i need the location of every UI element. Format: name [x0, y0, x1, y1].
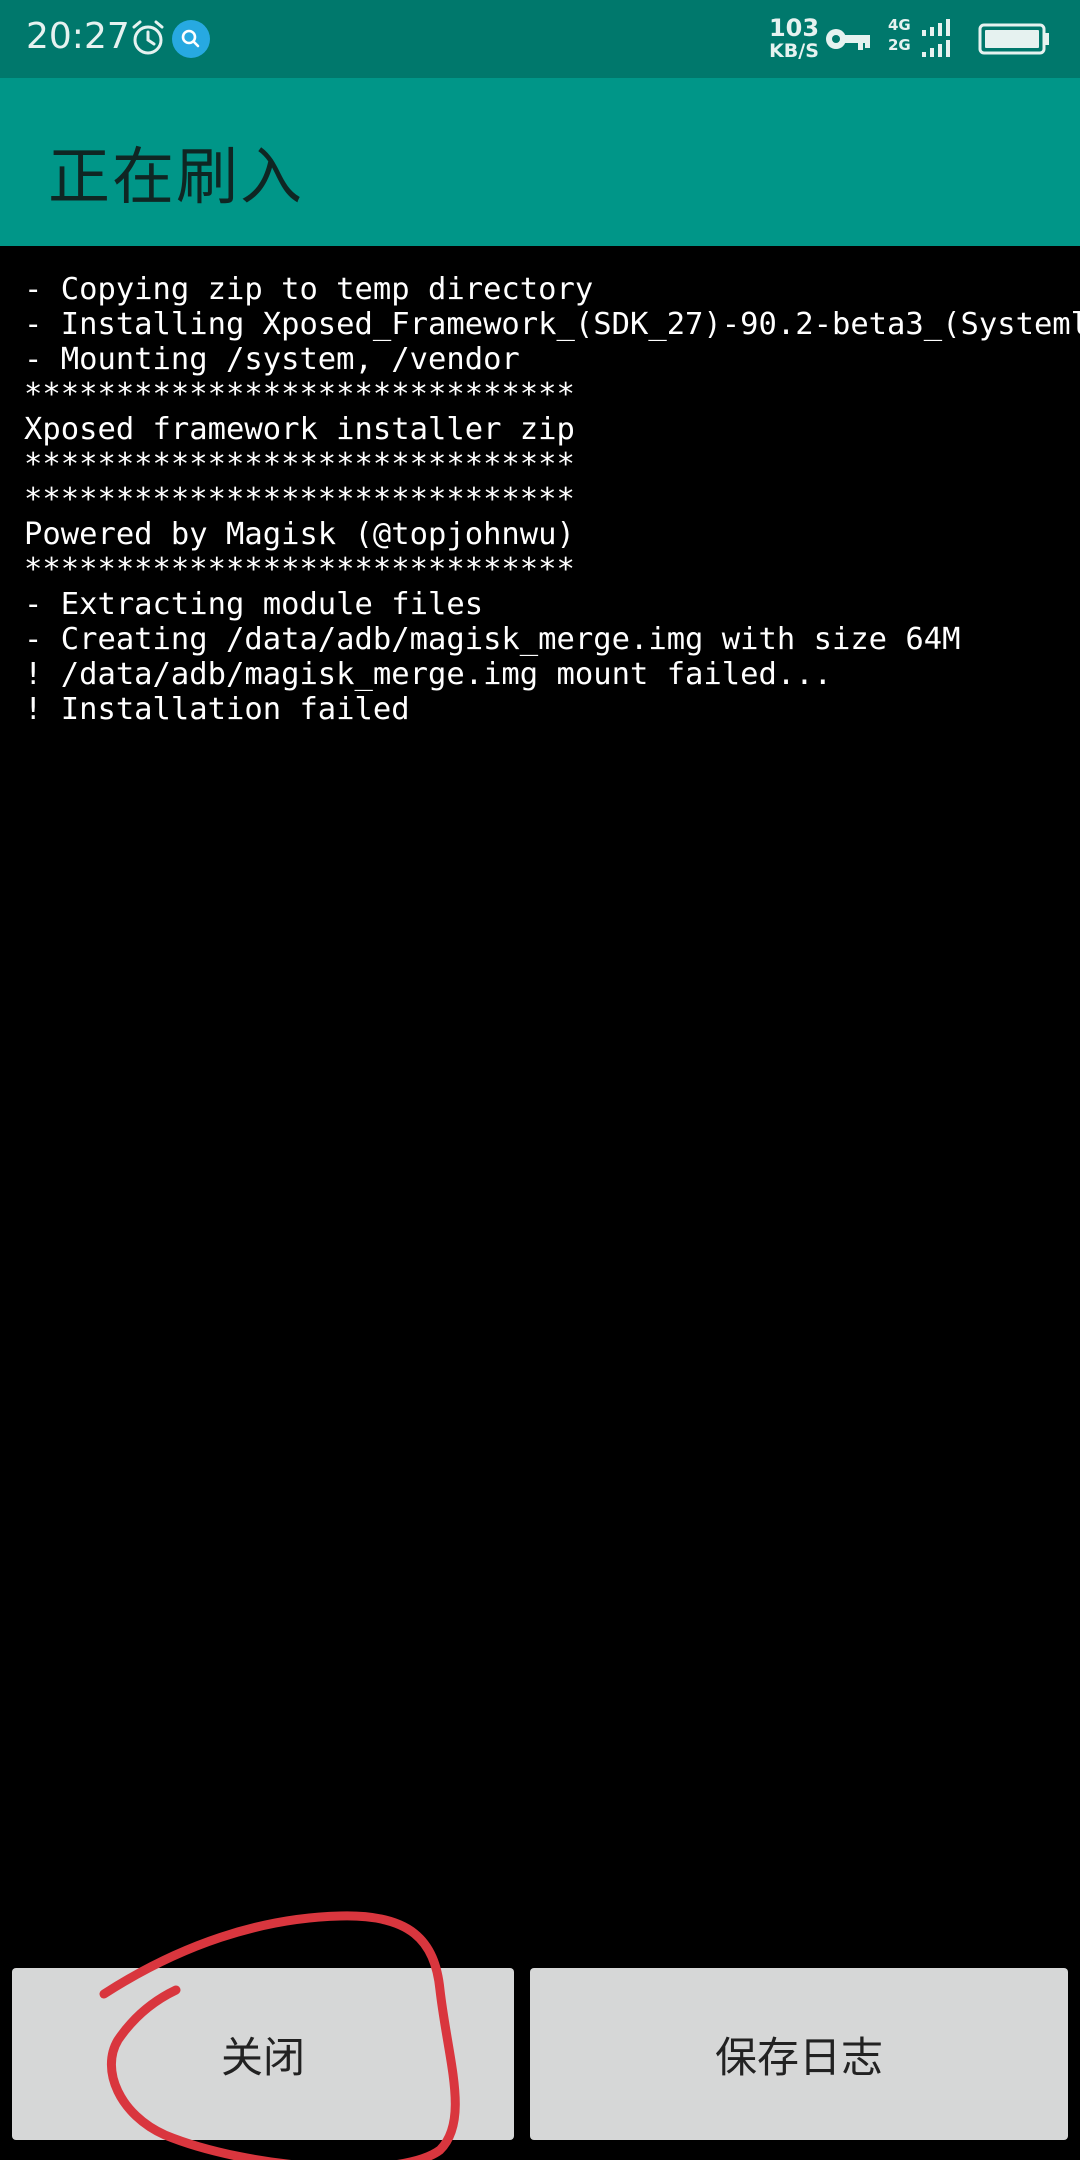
console-line: ******************************: [24, 482, 575, 517]
console-line: - Mounting /system, /vendor: [24, 342, 520, 377]
console-line: ******************************: [24, 552, 575, 587]
console-line: ******************************: [24, 377, 575, 412]
status-time: 20:27: [26, 16, 130, 57]
console-line: ! /data/adb/magisk_merge.img mount faile…: [24, 657, 832, 692]
network-type-2g: 2G: [888, 36, 911, 54]
network-types: 4G 2G: [888, 18, 911, 58]
network-speed-value: 103: [768, 14, 820, 42]
console-line: - Creating /data/adb/magisk_merge.img wi…: [24, 622, 961, 657]
status-bar: 20:27 103 KB/S 4G 2G: [0, 0, 1080, 78]
save-log-button[interactable]: 保存日志: [530, 1968, 1068, 2140]
console-line: Xposed framework installer zip: [24, 412, 575, 447]
console-line: Powered by Magisk (@topjohnwu): [24, 517, 575, 552]
network-speed: 103 KB/S: [764, 16, 824, 61]
console-line: ******************************: [24, 447, 575, 482]
alarm-icon: [132, 20, 164, 55]
network-type-4g: 4G: [888, 16, 911, 34]
close-button[interactable]: 关闭: [12, 1968, 514, 2140]
signal-icon: [922, 19, 950, 57]
console-log: - Copying zip to temp directory - Install…: [24, 272, 1080, 727]
console-line: - Copying zip to temp directory: [24, 272, 594, 307]
battery-icon: [978, 23, 1049, 55]
console-line: ! Installation failed: [24, 692, 410, 727]
page-title: 正在刷入: [48, 140, 305, 213]
search-badge-icon: [172, 20, 210, 58]
vpn-key-icon: [826, 29, 870, 50]
console-line: - Installing Xposed_Framework_(SDK_27)-9…: [24, 307, 1080, 342]
app-bar: 正在刷入: [0, 78, 1080, 246]
console-line: - Extracting module files: [24, 587, 484, 622]
network-speed-unit: KB/S: [769, 40, 819, 62]
